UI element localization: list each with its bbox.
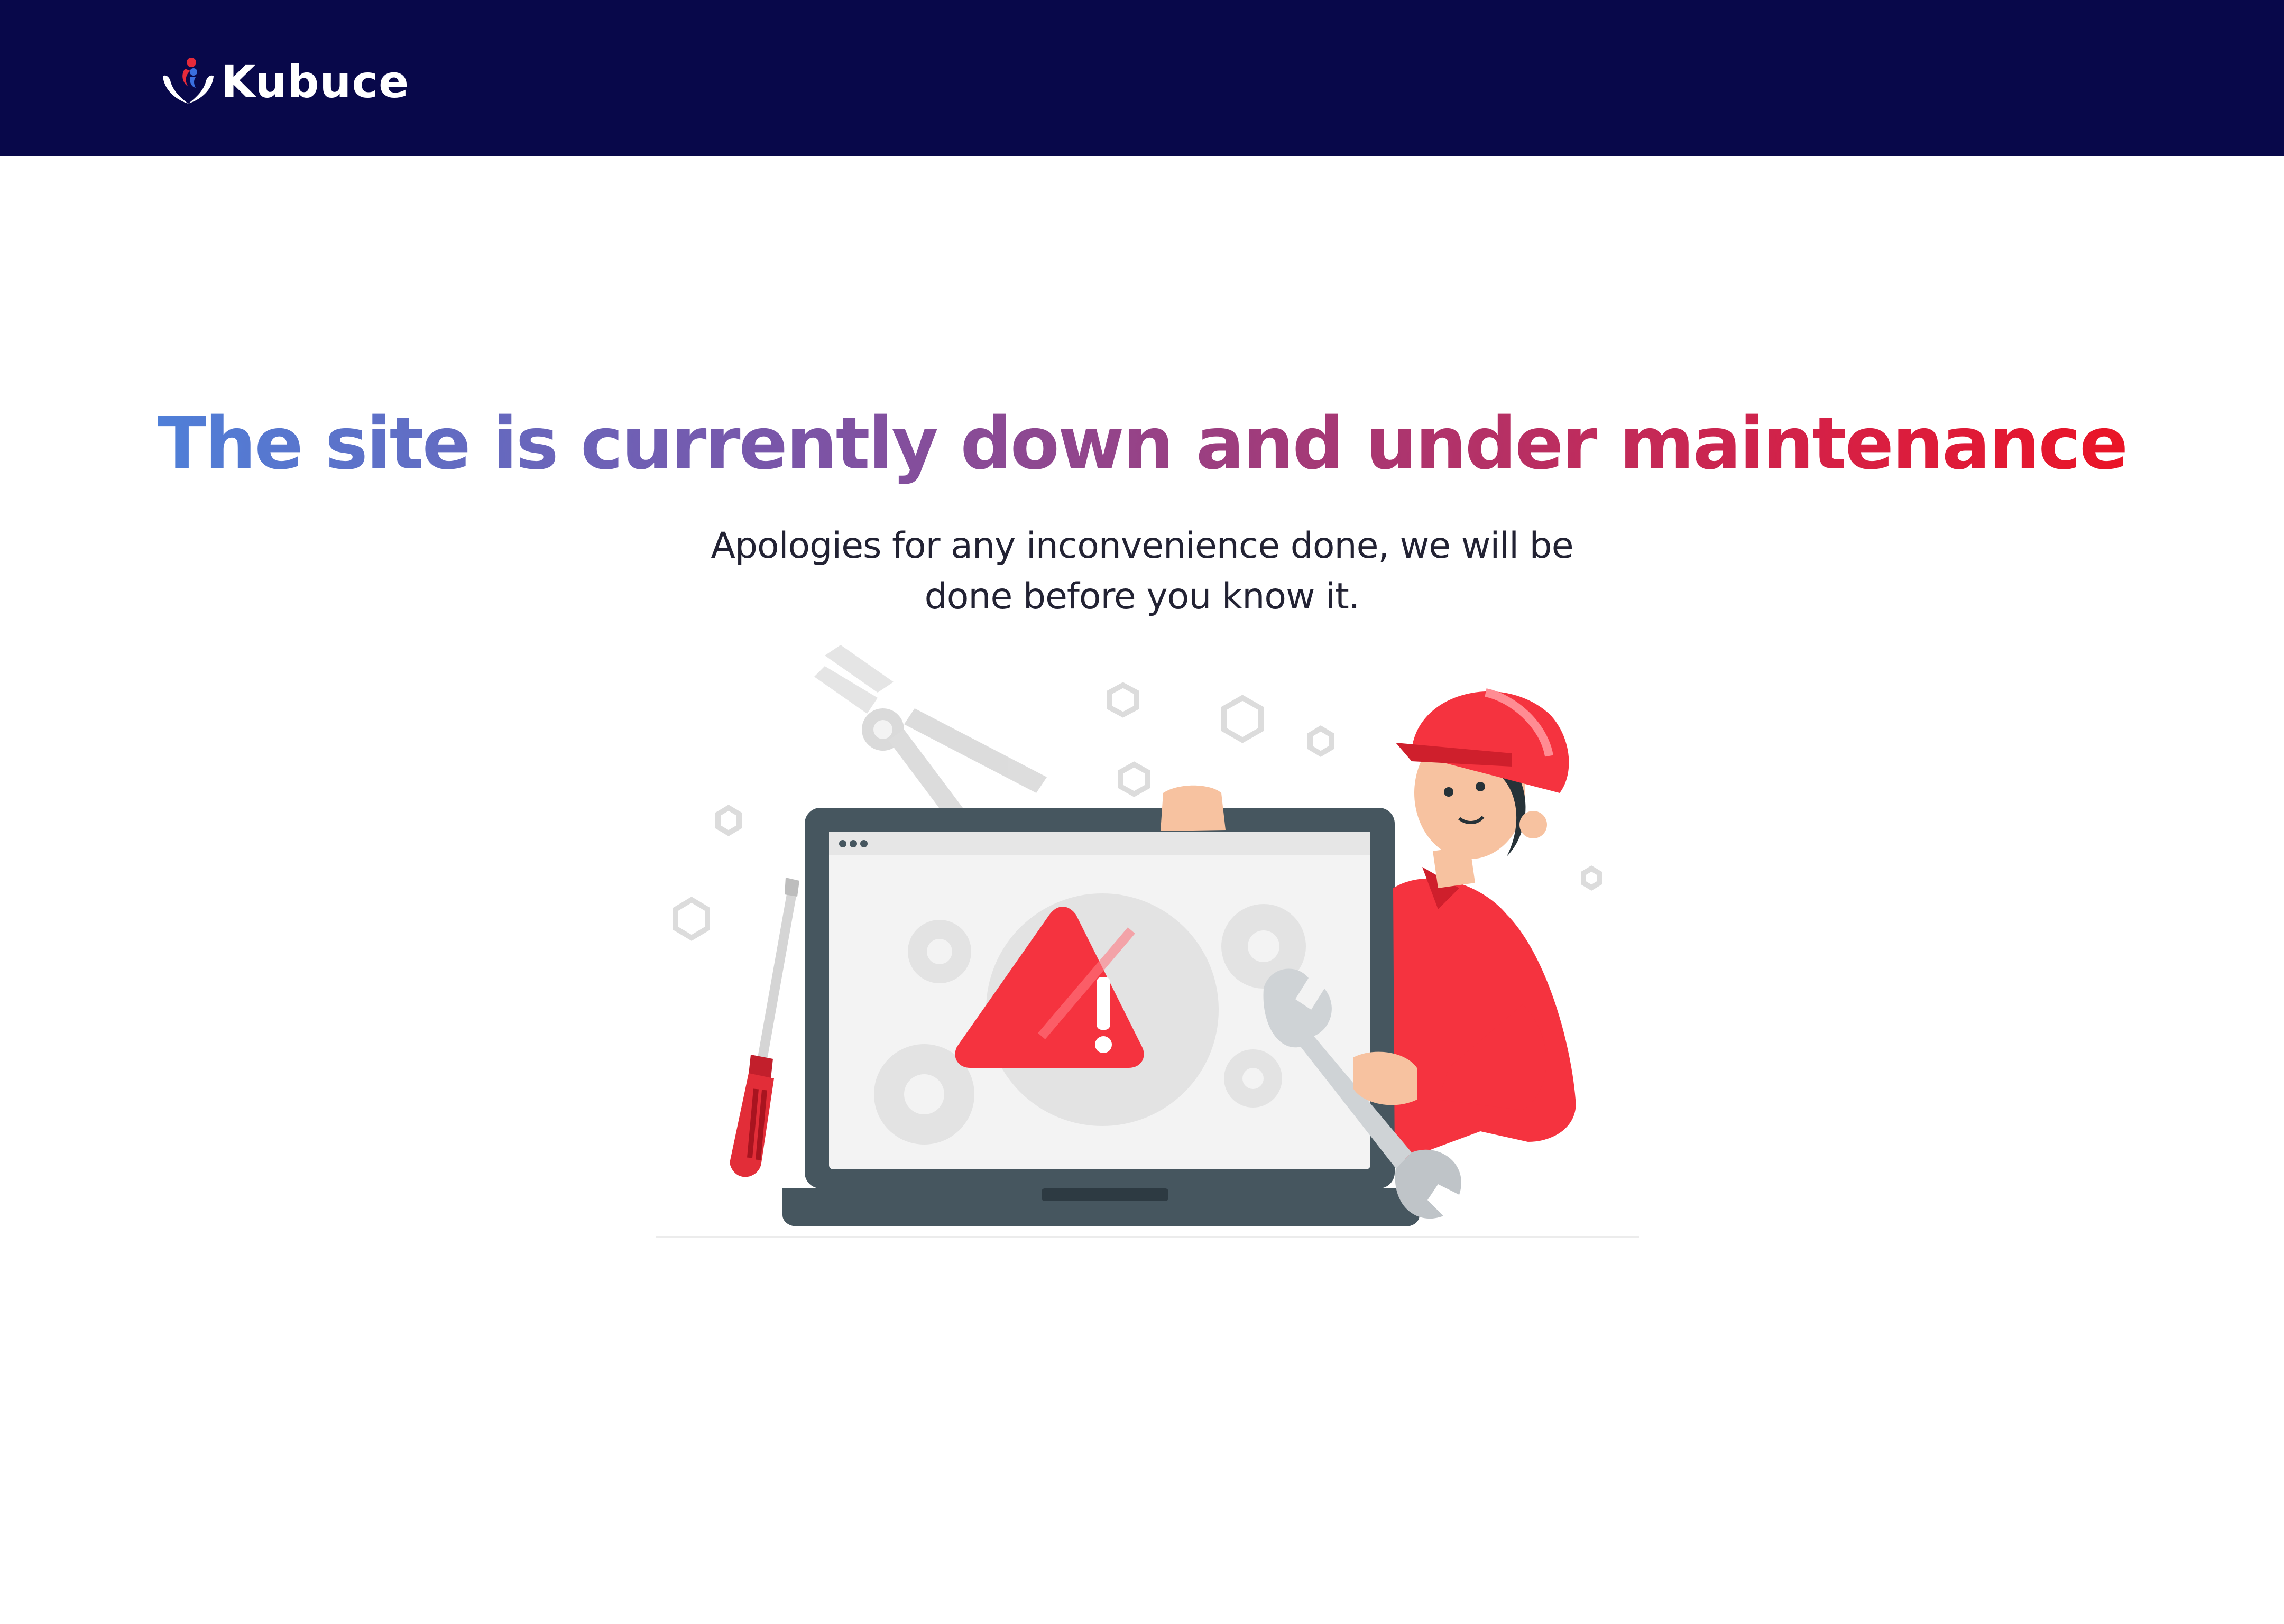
pliers-icon [814,645,1047,825]
brand-logo-link[interactable]: Kubuce [159,53,409,111]
kubuce-hands-logo-icon [163,58,214,104]
page-title: The site is currently down and under mai… [0,394,2284,494]
top-navigation-bar: Kubuce [0,0,2284,156]
page-subtitle: Apologies for any inconvenience done, we… [711,525,1573,617]
maintenance-worker-laptop-illustration [656,645,1639,1238]
brand-name: Kubuce [221,56,410,108]
page-title-text: The site is currently down and under mai… [157,402,2128,486]
screwdriver-icon [730,878,799,1177]
